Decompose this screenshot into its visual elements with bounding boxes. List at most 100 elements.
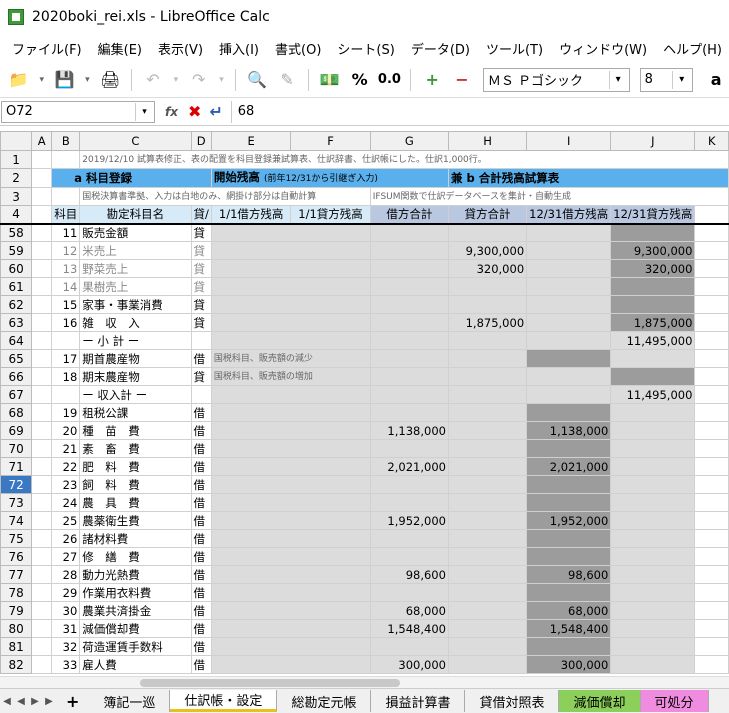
- cell[interactable]: [51, 150, 81, 169]
- cell-code[interactable]: 24: [51, 493, 81, 512]
- row-header[interactable]: 62: [0, 295, 33, 314]
- row-header[interactable]: 2: [0, 168, 33, 188]
- row-header[interactable]: 1: [0, 150, 33, 169]
- percent-format-icon[interactable]: %: [347, 67, 373, 93]
- cell-opening-debit[interactable]: [210, 511, 371, 530]
- cell[interactable]: [31, 475, 53, 494]
- cell-closing-credit[interactable]: [610, 277, 696, 296]
- cell-code[interactable]: 33: [51, 655, 81, 674]
- row-header[interactable]: 78: [0, 583, 33, 602]
- cell-code[interactable]: 28: [51, 565, 81, 584]
- cell-account-name[interactable]: 修 繕 費: [79, 547, 192, 566]
- header-cell[interactable]: 借方合計: [369, 205, 449, 224]
- cell-account-name[interactable]: 作業用衣料費: [79, 583, 192, 602]
- cell-account-name[interactable]: 果樹売上: [79, 277, 192, 296]
- cell-closing-debit[interactable]: 1,548,400: [526, 619, 612, 638]
- cell-debit-total[interactable]: 2,021,000: [369, 457, 449, 476]
- cell-code[interactable]: 17: [51, 349, 81, 368]
- cell-closing-debit[interactable]: [526, 439, 612, 458]
- cell-type[interactable]: 貸: [190, 313, 212, 332]
- sheet-tab-active[interactable]: 仕訳帳・設定: [170, 690, 278, 712]
- cell-type[interactable]: 借: [190, 655, 212, 674]
- cell-account-name[interactable]: 農薬衛生費: [79, 511, 192, 530]
- cell-credit-total[interactable]: [447, 277, 528, 296]
- cell-code[interactable]: 26: [51, 529, 81, 548]
- cell-code[interactable]: [51, 385, 81, 404]
- section-title-opening[interactable]: 開始残高 (前年12/31から引継ぎ入力): [210, 168, 449, 188]
- cell-opening-debit[interactable]: [210, 331, 371, 350]
- cell[interactable]: [31, 457, 53, 476]
- cell-credit-total[interactable]: [447, 439, 528, 458]
- row-header[interactable]: 69: [0, 421, 33, 440]
- open-folder-icon[interactable]: 📁: [6, 67, 32, 93]
- cell-opening-debit[interactable]: [210, 241, 371, 260]
- cell-opening-debit[interactable]: [210, 583, 371, 602]
- row-header[interactable]: 66: [0, 367, 33, 386]
- cell[interactable]: [694, 493, 729, 512]
- section-title-b[interactable]: 兼 b 合計残高試算表: [447, 168, 729, 188]
- cell-closing-credit[interactable]: [610, 565, 696, 584]
- column-header[interactable]: F: [290, 131, 371, 151]
- undo-icon[interactable]: ↶: [140, 67, 166, 93]
- sheet-tab[interactable]: 簿記一巡: [89, 690, 171, 712]
- row-header[interactable]: 77: [0, 565, 33, 584]
- cell-type[interactable]: 借: [190, 583, 212, 602]
- cell[interactable]: [31, 565, 53, 584]
- header-cell[interactable]: 科目: [51, 205, 81, 224]
- cell[interactable]: [31, 493, 53, 512]
- column-header[interactable]: G: [369, 131, 449, 151]
- cell-code[interactable]: [51, 331, 81, 350]
- cell[interactable]: [694, 349, 729, 368]
- name-box[interactable]: O72 ▾: [1, 100, 155, 123]
- cell[interactable]: [31, 313, 53, 332]
- row-header[interactable]: 64: [0, 331, 33, 350]
- save-dropdown-icon[interactable]: ▾: [81, 67, 93, 93]
- cell-credit-total[interactable]: [447, 421, 528, 440]
- cell[interactable]: [694, 475, 729, 494]
- delete-decimal-icon[interactable]: −: [449, 67, 475, 93]
- cell-code[interactable]: 19: [51, 403, 81, 422]
- cell-debit-total[interactable]: 300,000: [369, 655, 449, 674]
- cell-type[interactable]: [190, 385, 212, 404]
- cell-closing-credit[interactable]: [610, 403, 696, 422]
- cell[interactable]: [31, 637, 53, 656]
- cell-code[interactable]: 12: [51, 241, 81, 260]
- cell-account-name[interactable]: 野菜売上: [79, 259, 192, 278]
- cell-account-name[interactable]: 租税公課: [79, 403, 192, 422]
- cell-opening-debit[interactable]: [210, 565, 371, 584]
- cell[interactable]: [694, 529, 729, 548]
- cell-account-name[interactable]: 米売上: [79, 241, 192, 260]
- cell-closing-debit[interactable]: [526, 475, 612, 494]
- cell-credit-total[interactable]: [447, 601, 528, 620]
- row-header[interactable]: 67: [0, 385, 33, 404]
- cell[interactable]: [694, 331, 729, 350]
- header-cell[interactable]: 1/1貸方残高: [290, 205, 371, 224]
- cell[interactable]: [31, 259, 53, 278]
- cell-closing-debit[interactable]: [526, 313, 612, 332]
- sheet-tab[interactable]: 減価償却: [559, 690, 641, 712]
- row-header[interactable]: 76: [0, 547, 33, 566]
- cell-closing-debit[interactable]: [526, 493, 612, 512]
- cell-closing-debit[interactable]: [526, 367, 612, 386]
- column-header[interactable]: C: [79, 131, 192, 151]
- cell-closing-credit[interactable]: [610, 421, 696, 440]
- cell-opening-debit[interactable]: [210, 439, 371, 458]
- cell-opening-debit[interactable]: [210, 421, 371, 440]
- cell[interactable]: [694, 619, 729, 638]
- cell[interactable]: [31, 655, 53, 674]
- cell-closing-credit[interactable]: [610, 529, 696, 548]
- cell-debit-total[interactable]: [369, 331, 449, 350]
- cell-debit-total[interactable]: 1,548,400: [369, 619, 449, 638]
- cell-account-name[interactable]: ー 小 計 ー: [79, 331, 192, 350]
- cell-opening-debit[interactable]: [210, 403, 371, 422]
- cell-type[interactable]: 借: [190, 457, 212, 476]
- cell-opening-debit[interactable]: 国税科目、販売額の増加: [210, 367, 371, 386]
- cell-code[interactable]: 22: [51, 457, 81, 476]
- cell-credit-total[interactable]: 320,000: [447, 259, 528, 278]
- cell-debit-total[interactable]: [369, 439, 449, 458]
- cell-account-name[interactable]: 販売金額: [79, 223, 192, 242]
- cell[interactable]: [694, 601, 729, 620]
- cell-account-name[interactable]: ー 収入計 ー: [79, 385, 192, 404]
- cell-debit-total[interactable]: [369, 583, 449, 602]
- row-header[interactable]: 4: [0, 205, 33, 224]
